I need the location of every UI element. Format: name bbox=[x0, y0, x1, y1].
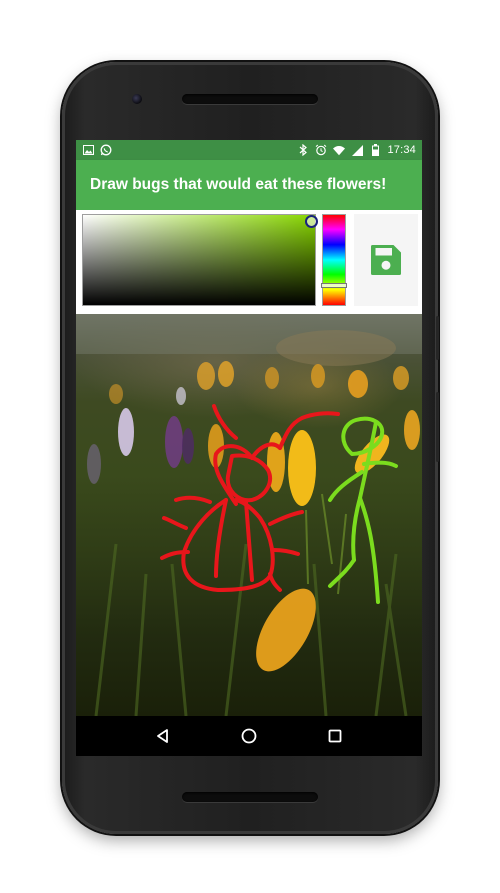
bluetooth-icon bbox=[297, 144, 309, 156]
save-area bbox=[354, 214, 418, 306]
image-icon bbox=[82, 144, 94, 156]
signal-icon bbox=[351, 144, 363, 156]
hue-slider-handle[interactable] bbox=[321, 283, 347, 288]
color-selection-cursor[interactable] bbox=[305, 215, 318, 228]
recents-button[interactable] bbox=[324, 725, 346, 747]
home-button[interactable] bbox=[238, 725, 260, 747]
saturation-value-picker[interactable] bbox=[82, 214, 318, 306]
earpiece-speaker bbox=[182, 94, 318, 104]
bottom-speaker bbox=[182, 792, 318, 802]
canvas-drawing-layer bbox=[76, 314, 422, 716]
status-bar: 17:34 bbox=[76, 140, 422, 160]
back-icon bbox=[157, 729, 168, 743]
phone-screen: 17:34 Draw bugs that would eat these flo… bbox=[76, 140, 422, 756]
battery-icon bbox=[369, 144, 381, 156]
recents-icon bbox=[328, 729, 342, 743]
alarm-icon bbox=[315, 144, 327, 156]
home-icon bbox=[241, 728, 257, 744]
floppy-disk-icon bbox=[371, 245, 401, 275]
power-button[interactable] bbox=[436, 316, 439, 360]
color-picker-panel bbox=[76, 210, 422, 314]
app-bar: Draw bugs that would eat these flowers! bbox=[76, 160, 422, 210]
navigation-bar bbox=[76, 716, 422, 756]
drawing-canvas[interactable] bbox=[76, 314, 422, 716]
front-camera bbox=[132, 94, 142, 104]
status-time: 17:34 bbox=[387, 144, 416, 156]
save-button[interactable] bbox=[368, 242, 404, 278]
wifi-icon bbox=[333, 144, 346, 156]
app-title: Draw bugs that would eat these flowers! bbox=[90, 176, 387, 193]
back-button[interactable] bbox=[152, 725, 174, 747]
volume-button[interactable] bbox=[436, 392, 439, 462]
whatsapp-icon bbox=[100, 144, 112, 156]
hue-slider[interactable] bbox=[321, 214, 347, 306]
